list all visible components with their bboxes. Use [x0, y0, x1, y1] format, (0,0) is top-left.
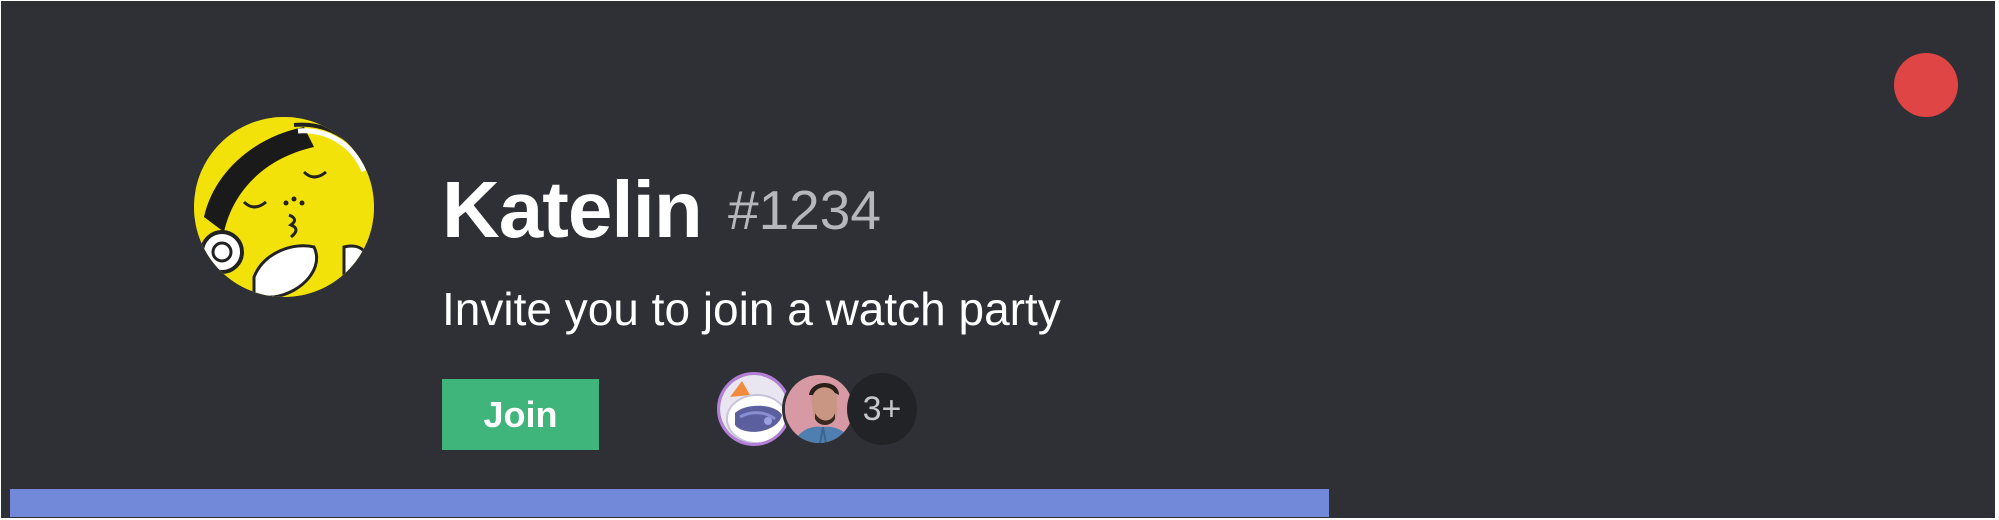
invite-message: Invite you to join a watch party	[442, 283, 1061, 335]
username: Katelin	[442, 165, 703, 254]
watch-progress-fill	[10, 489, 1330, 517]
more-participants-count: 3+	[847, 373, 917, 445]
user-discriminator: #1234	[728, 179, 881, 241]
close-dot-icon[interactable]	[1894, 53, 1958, 117]
join-button[interactable]: Join	[442, 379, 599, 450]
user-avatar	[194, 117, 374, 297]
person-photo-icon	[785, 375, 853, 443]
participant-avatars: 3+	[717, 372, 917, 448]
participant-avatar	[782, 372, 856, 446]
participant-avatar	[717, 372, 791, 446]
cartoon-avatar-icon	[194, 117, 374, 297]
astronaut-avatar-icon	[720, 375, 788, 443]
watch-party-invite-card: Katelin #1234 Invite you to join a watch…	[1, 1, 1995, 518]
watch-progress-bar	[10, 489, 1994, 517]
